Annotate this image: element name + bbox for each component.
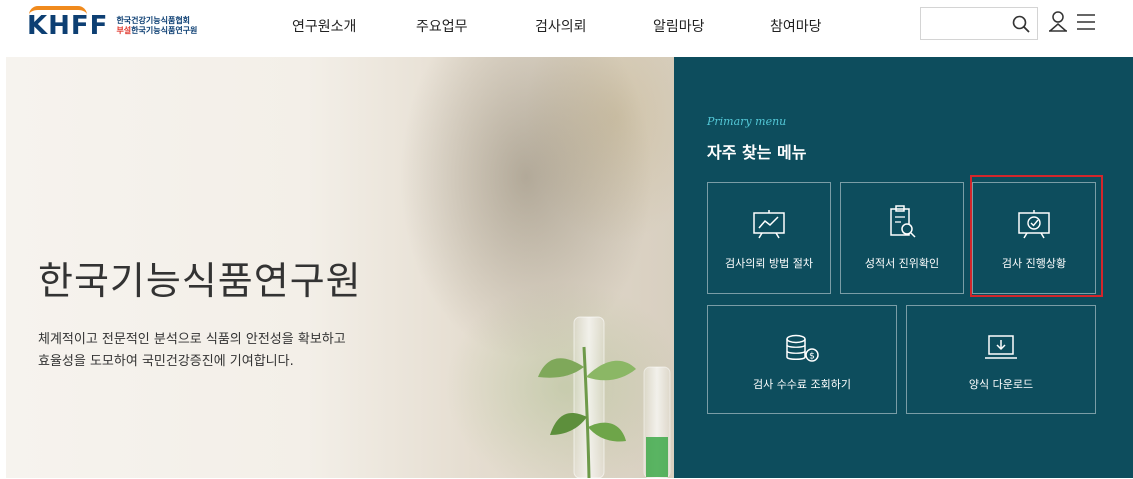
quick-menu-label: 검사 수수료 조회하기 <box>752 378 852 391</box>
search-input[interactable] <box>927 14 1007 34</box>
nav-item-about[interactable]: 연구원소개 <box>292 16 356 36</box>
hamburger-menu-icon[interactable] <box>1076 12 1096 32</box>
hero-title: 한국기능식품연구원 <box>38 259 362 303</box>
hero-description: 체계적이고 전문적인 분석으로 식품의 안전성을 확보하고 효율성을 도모하여 … <box>38 329 346 373</box>
laptop-download-icon <box>985 335 1017 359</box>
logo-mark: KHFF <box>27 6 109 41</box>
logo-tag: 부설 <box>116 26 132 35</box>
quick-menu-panel: Primary menu 자주 찾는 메뉴 검사의뢰 방법 절차 성적서 진위확… <box>674 57 1133 478</box>
quick-menu-title: 자주 찾는 메뉴 <box>707 143 807 162</box>
document-search-icon <box>890 205 916 238</box>
hero-desc-line1: 체계적이고 전문적인 분석으로 식품의 안전성을 확보하고 <box>38 332 346 347</box>
nav-item-services[interactable]: 주요업무 <box>416 16 468 36</box>
nav-item-participation[interactable]: 참여마당 <box>770 16 822 36</box>
chart-board-icon <box>753 210 785 239</box>
quick-menu-label: 양식 다운로드 <box>968 378 1034 391</box>
quick-menu-label: 성적서 진위확인 <box>864 257 940 270</box>
search-box <box>920 7 1038 40</box>
logo-mark-text: KHFF <box>27 11 109 41</box>
site-logo[interactable]: KHFF 한국건강기능식품협회 부설한국기능식품연구원 <box>27 6 197 41</box>
nav-item-notices[interactable]: 알림마당 <box>653 16 705 36</box>
quick-menu-item-fee-lookup[interactable]: $ 검사 수수료 조회하기 <box>707 305 897 414</box>
nav-item-test-request[interactable]: 검사의뢰 <box>535 16 587 36</box>
logo-swoosh <box>29 6 87 15</box>
highlight-box <box>970 175 1103 297</box>
user-icon[interactable] <box>1048 10 1068 34</box>
quick-menu-label: 검사의뢰 방법 절차 <box>725 257 813 270</box>
logo-line2-wrap: 부설한국기능식품연구원 <box>116 26 197 36</box>
logo-line1: 한국건강기능식품협회 <box>116 16 191 25</box>
coins-icon: $ <box>786 334 819 362</box>
plant-test-tube-image <box>538 316 671 478</box>
hero-desc-line2: 효율성을 도모하여 국민건강증진에 기여합니다. <box>38 354 294 369</box>
site-header: KHFF 한국건강기능식품협회 부설한국기능식품연구원 연구원소개 주요업무 검… <box>0 0 1133 50</box>
hero-banner: 한국기능식품연구원 체계적이고 전문적인 분석으로 식품의 안전성을 확보하고 … <box>6 57 674 478</box>
logo-line2: 한국기능식품연구원 <box>131 26 198 35</box>
quick-menu-item-certificate-verify[interactable]: 성적서 진위확인 <box>840 182 964 294</box>
quick-menu-item-test-procedure[interactable]: 검사의뢰 방법 절차 <box>707 182 831 294</box>
quick-menu-subtitle: Primary menu <box>707 115 787 128</box>
svg-text:$: $ <box>809 352 815 362</box>
search-icon[interactable] <box>1011 14 1031 34</box>
quick-menu-item-form-download[interactable]: 양식 다운로드 <box>906 305 1096 414</box>
logo-text: 한국건강기능식품협회 부설한국기능식품연구원 <box>116 16 197 36</box>
